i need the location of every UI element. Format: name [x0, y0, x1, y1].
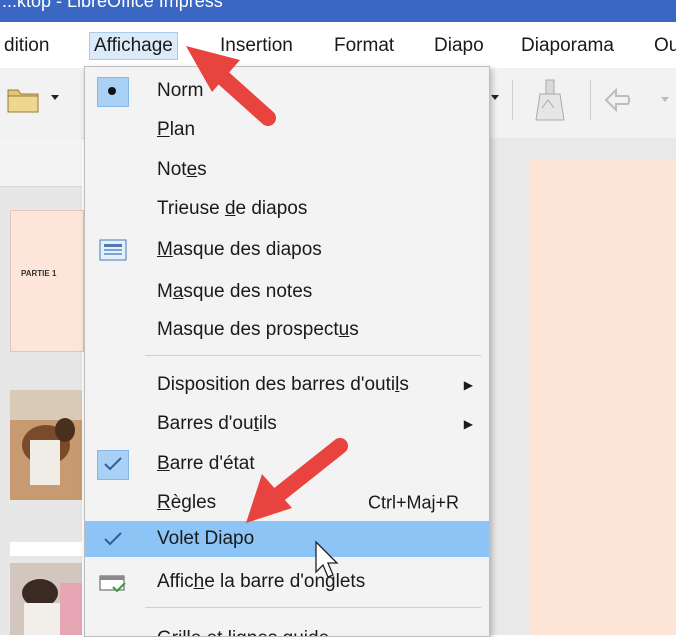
chevron-down-icon[interactable] — [490, 94, 500, 102]
menu-item-normal[interactable]: Norm — [85, 73, 489, 109]
toolbar-separator — [512, 80, 513, 120]
checkmark-icon — [104, 532, 122, 546]
menu-item-volet-diapo[interactable]: Volet Diapo — [85, 521, 489, 557]
menu-item-plan[interactable]: Plan — [85, 112, 489, 148]
menu-edition[interactable]: dition — [0, 33, 53, 59]
chevron-down-icon[interactable] — [50, 94, 60, 102]
photo-image — [10, 563, 82, 635]
photo-image — [10, 390, 82, 500]
menu-outils[interactable]: Ou — [650, 33, 676, 59]
menu-item-masque-notes[interactable]: Masque des notes — [85, 274, 489, 310]
menu-bar: dition Affichage Insertion Format Diapo … — [0, 22, 676, 68]
submenu-arrow-icon: ▶ — [463, 417, 473, 431]
affichage-dropdown-menu: Norm Plan Notes Trieuse de diapos Masque… — [84, 66, 490, 637]
slide-master-icon — [99, 239, 127, 261]
tab-bar-icon — [99, 575, 126, 593]
menu-item-masque-prospectus[interactable]: Masque des prospectus — [85, 312, 489, 348]
slide-thumbnail-photo[interactable] — [10, 390, 82, 500]
menu-separator — [145, 355, 481, 356]
menu-format[interactable]: Format — [330, 33, 398, 59]
chevron-down-icon[interactable] — [660, 96, 670, 104]
menu-item-barres-outils[interactable]: Barres d'outils ▶ — [85, 406, 489, 442]
menu-insertion[interactable]: Insertion — [216, 33, 297, 59]
menu-diaporama[interactable]: Diaporama — [517, 33, 618, 59]
checkmark-icon — [104, 457, 122, 471]
menu-item-regles[interactable]: Règles Ctrl+Maj+R — [85, 485, 489, 521]
menu-item-masque-diapos[interactable]: Masque des diapos — [85, 232, 489, 268]
slide-thumbnail-photo[interactable] — [10, 563, 82, 635]
slide-pane-header — [0, 138, 82, 187]
menu-item-grille[interactable]: Grille et lignes guide — [85, 615, 489, 636]
menu-item-trieuse-diapos[interactable]: Trieuse de diapos — [85, 191, 489, 227]
open-folder-icon[interactable] — [6, 84, 40, 114]
window-title: ...ktop - LibreOffice Impress — [2, 0, 223, 11]
menu-item-notes[interactable]: Notes — [85, 152, 489, 188]
title-bar: ...ktop - LibreOffice Impress — [0, 0, 676, 22]
slide-canvas[interactable] — [530, 160, 676, 635]
menu-separator — [145, 607, 481, 608]
clone-formatting-icon[interactable] — [532, 78, 572, 124]
menu-affichage[interactable]: Affichage — [89, 32, 178, 60]
slide-gap — [10, 542, 82, 556]
undo-icon[interactable] — [602, 86, 642, 114]
slide-thumbnail[interactable]: PARTIE 1 — [10, 210, 84, 352]
menu-item-disposition-barres[interactable]: Disposition des barres d'outils ▶ — [85, 367, 489, 403]
slide-editor — [490, 138, 676, 635]
slide-thumb-title: PARTIE 1 — [21, 269, 57, 278]
menu-item-affiche-onglets[interactable]: Affiche la barre d'onglets — [85, 564, 489, 600]
slide-pane: PARTIE 1 — [0, 138, 84, 635]
bullet-dot-icon — [108, 87, 116, 95]
regles-shortcut: Ctrl+Maj+R — [367, 492, 459, 513]
menu-item-barre-etat[interactable]: Barre d'état — [85, 446, 489, 482]
menu-diapo[interactable]: Diapo — [430, 33, 488, 59]
submenu-arrow-icon: ▶ — [463, 378, 473, 392]
toolbar-separator — [590, 80, 591, 120]
